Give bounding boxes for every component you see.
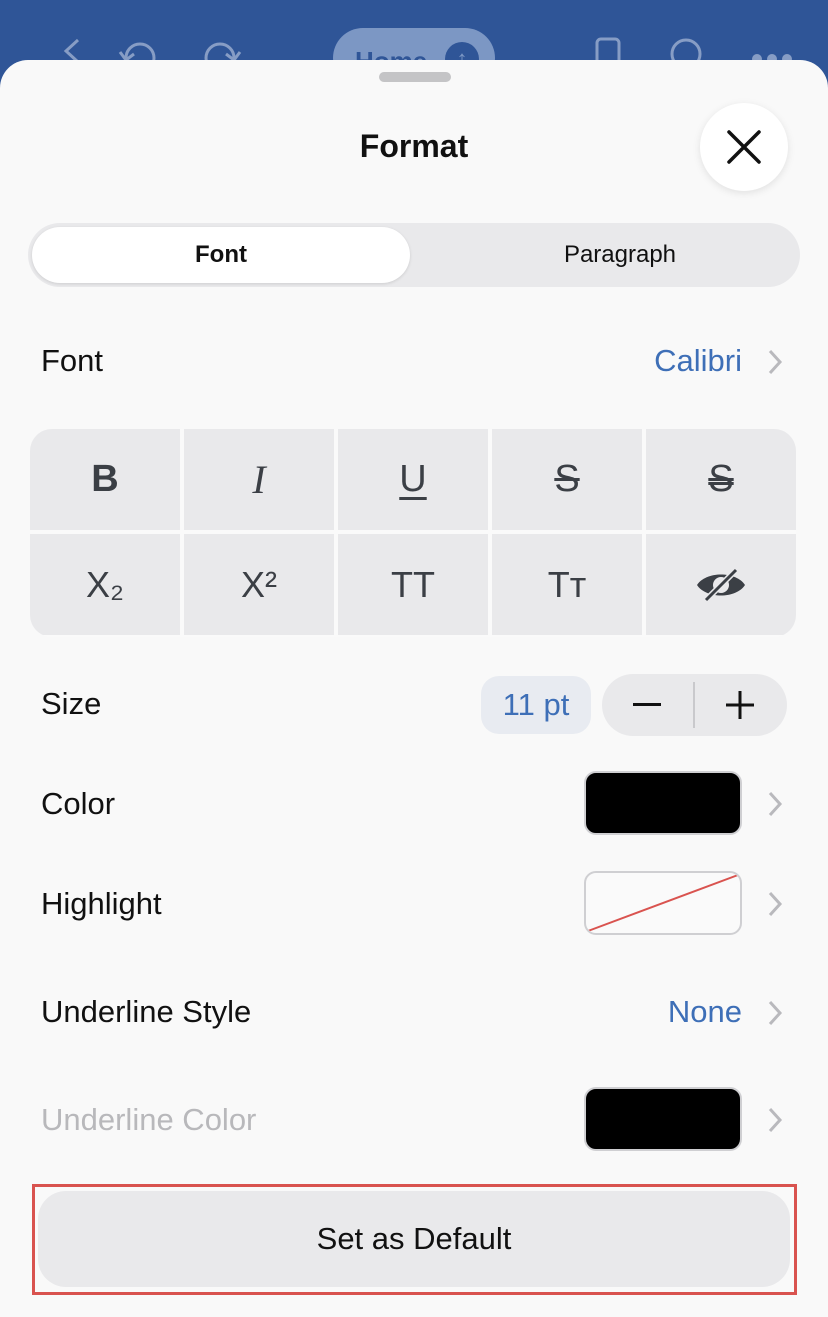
- subscript-button[interactable]: X₂: [30, 534, 180, 635]
- close-icon: [727, 130, 761, 164]
- underline-glyph: U: [399, 458, 427, 500]
- sheet-grabber[interactable]: [379, 72, 451, 82]
- underline-color-label: Underline Color: [41, 1102, 257, 1137]
- bold-glyph: B: [91, 458, 119, 500]
- minus-icon: [633, 703, 661, 706]
- format-sheet: Format Font Paragraph Font Calibri B I U…: [0, 60, 828, 1317]
- plus-icon: [726, 691, 754, 719]
- highlight-color-swatch: [584, 871, 742, 935]
- italic-button[interactable]: I: [184, 429, 334, 530]
- increase-size-button[interactable]: [695, 674, 785, 736]
- highlight-label: Highlight: [41, 886, 162, 921]
- strikethrough-button[interactable]: S: [492, 429, 642, 530]
- bold-button[interactable]: B: [30, 429, 180, 530]
- underline-style-value: None: [667, 994, 742, 1029]
- text-style-grid: B I U S S X₂ X² TT Tт: [30, 429, 796, 637]
- superscript-button[interactable]: X²: [184, 534, 334, 635]
- underline-button[interactable]: U: [338, 429, 488, 530]
- double-strikethrough-glyph: S: [708, 458, 734, 500]
- no-color-slash-icon: [587, 874, 739, 932]
- chevron-right-icon: [768, 1107, 783, 1133]
- decrease-size-button[interactable]: [602, 674, 692, 736]
- all-caps-button[interactable]: TT: [338, 534, 488, 635]
- italic-glyph: I: [252, 457, 266, 502]
- font-label: Font: [41, 343, 104, 378]
- font-size-field[interactable]: 11 pt: [481, 676, 591, 734]
- chevron-right-icon: [768, 791, 783, 817]
- font-size-stepper: [602, 674, 787, 736]
- color-label: Color: [41, 786, 116, 821]
- small-caps-glyph: Tт: [547, 563, 587, 605]
- eye-slash-icon: [697, 567, 745, 602]
- chevron-right-icon: [768, 1000, 783, 1026]
- all-caps-glyph: TT: [391, 563, 435, 605]
- small-caps-button[interactable]: Tт: [492, 534, 642, 635]
- size-label: Size: [41, 686, 102, 721]
- chevron-right-icon: [768, 349, 783, 375]
- annotation-highlight-box: [32, 1184, 797, 1295]
- superscript-glyph: X²: [241, 563, 277, 605]
- hidden-text-button[interactable]: [646, 534, 796, 635]
- tab-paragraph[interactable]: Paragraph: [444, 227, 796, 283]
- font-value: Calibri: [654, 343, 742, 378]
- close-button[interactable]: [700, 103, 788, 191]
- tab-font[interactable]: Font: [32, 227, 410, 283]
- font-color-swatch: [584, 771, 742, 835]
- underline-color-swatch: [584, 1087, 742, 1151]
- subscript-glyph: X₂: [86, 563, 124, 605]
- chevron-right-icon: [768, 891, 783, 917]
- double-strikethrough-button[interactable]: S: [646, 429, 796, 530]
- font-paragraph-segmented-control: Font Paragraph: [28, 223, 800, 287]
- strikethrough-glyph: S: [554, 458, 580, 500]
- underline-style-label: Underline Style: [41, 994, 252, 1029]
